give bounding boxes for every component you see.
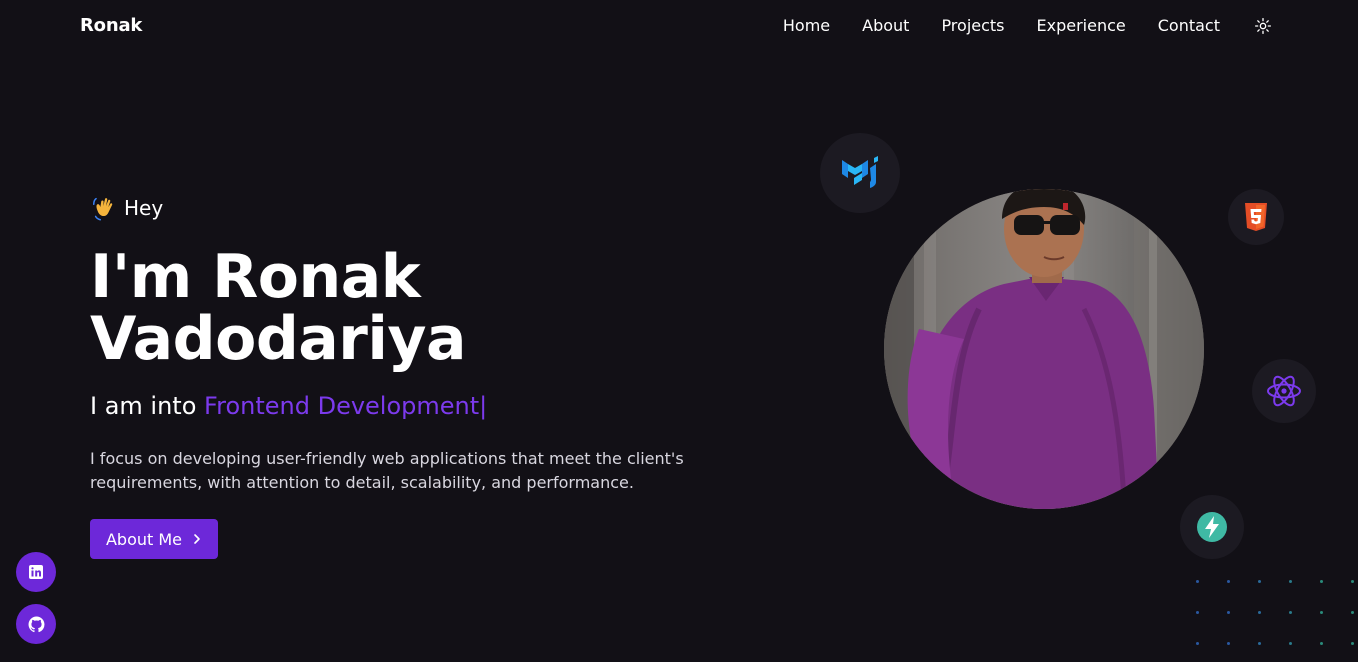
- nav-about[interactable]: About: [862, 15, 909, 37]
- github-icon: [28, 616, 44, 632]
- tagline-prefix: I am into: [90, 392, 197, 420]
- fastapi-badge: [1180, 495, 1244, 559]
- fastapi-icon: [1197, 512, 1227, 542]
- react-icon: [1267, 375, 1301, 407]
- grid-dot: [1258, 642, 1261, 645]
- about-me-label: About Me: [105, 529, 183, 549]
- profile-photo: [884, 189, 1204, 509]
- react-badge: [1252, 359, 1316, 423]
- main-nav: Home About Projects Experience Contact: [783, 15, 1274, 37]
- greeting-text: Hey: [124, 196, 164, 220]
- grid-dot: [1196, 642, 1199, 645]
- grid-dot: [1196, 580, 1199, 583]
- grid-dot: [1258, 611, 1261, 614]
- hero-title-line1: I'm Ronak: [90, 242, 421, 312]
- html5-icon: [1245, 203, 1267, 231]
- hero-greeting: Hey: [90, 193, 163, 223]
- hero-title-line2: Vadodariya: [90, 304, 467, 374]
- github-button[interactable]: [16, 604, 56, 644]
- grid-dot: [1320, 580, 1323, 583]
- hero-description: I focus on developing user-friendly web …: [90, 449, 684, 492]
- grid-dot: [1258, 580, 1261, 583]
- grid-dot: [1227, 642, 1230, 645]
- grid-dot: [1351, 642, 1354, 645]
- grid-dot: [1320, 642, 1323, 645]
- mui-icon: [842, 156, 878, 188]
- sun-icon: [1255, 18, 1271, 34]
- mui-badge: [820, 133, 900, 213]
- grid-dot: [1289, 580, 1292, 583]
- hero-title: I'm Ronak Vadodariya: [90, 242, 467, 374]
- grid-dot: [1227, 580, 1230, 583]
- nav-contact[interactable]: Contact: [1158, 15, 1220, 37]
- grid-dot: [1351, 580, 1354, 583]
- grid-dot: [1351, 611, 1354, 614]
- nav-projects[interactable]: Projects: [941, 15, 1004, 37]
- waving-hand-icon: [93, 197, 113, 221]
- about-me-button[interactable]: About Me: [90, 519, 218, 559]
- html5-badge: [1228, 189, 1284, 245]
- chevron-right-icon: [194, 534, 200, 544]
- portfolio-page: Ronak Home About Projects Experience Con…: [0, 0, 1358, 662]
- hero-tagline: I am into Frontend Development|: [90, 392, 487, 420]
- tagline-highlight: Frontend Development: [204, 392, 480, 420]
- grid-dot: [1320, 611, 1323, 614]
- nav-home[interactable]: Home: [783, 15, 830, 37]
- nav-experience[interactable]: Experience: [1037, 15, 1126, 37]
- theme-toggle-button[interactable]: [1252, 15, 1274, 37]
- typing-caret: |: [479, 392, 488, 420]
- grid-dot: [1289, 611, 1292, 614]
- grid-dot: [1289, 642, 1292, 645]
- grid-dot: [1227, 611, 1230, 614]
- linkedin-icon: [29, 565, 43, 579]
- linkedin-button[interactable]: [16, 552, 56, 592]
- brand-logo[interactable]: Ronak: [80, 15, 142, 36]
- grid-dot: [1196, 611, 1199, 614]
